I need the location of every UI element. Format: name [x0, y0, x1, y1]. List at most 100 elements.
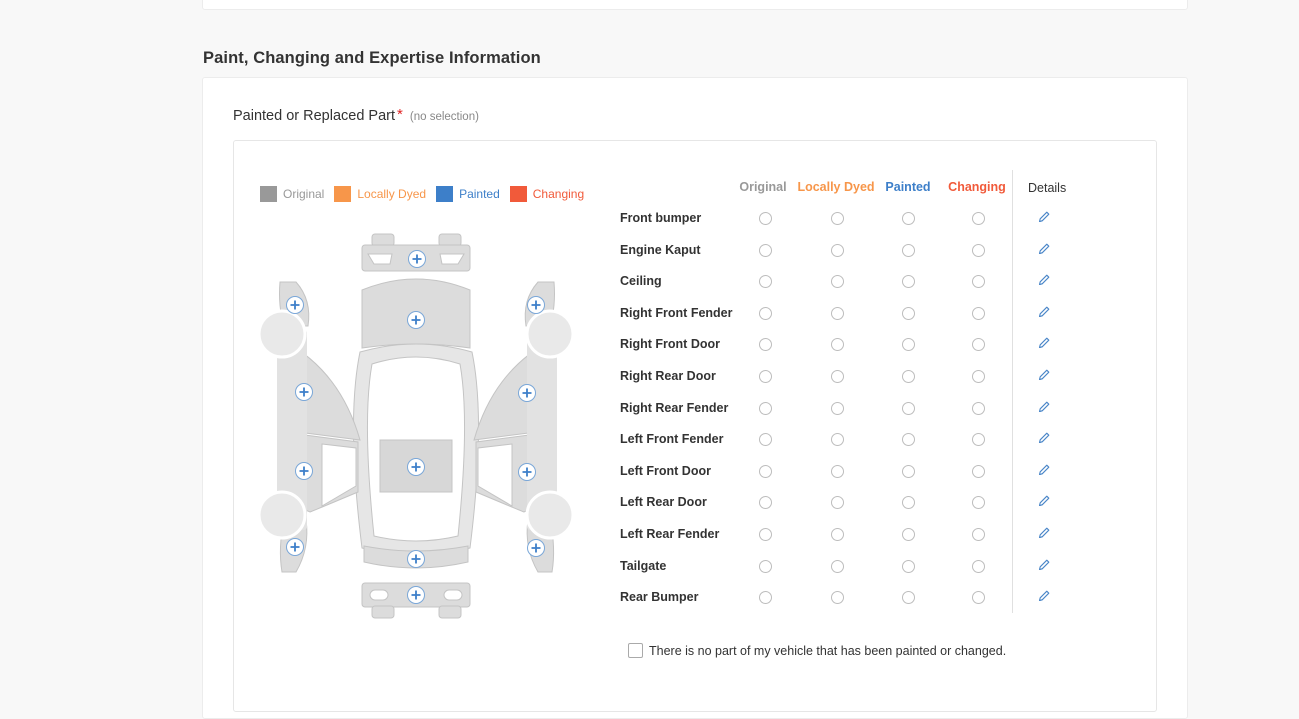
- radio-original[interactable]: [759, 464, 772, 478]
- car-diagram: [257, 233, 575, 619]
- row-label: Left Front Door: [620, 463, 711, 478]
- row-label: Left Rear Door: [620, 495, 707, 510]
- no-part-label: There is no part of my vehicle that has …: [649, 643, 1007, 658]
- radio-painted[interactable]: [902, 243, 915, 257]
- legend-swatch: [334, 186, 352, 202]
- radio-locally-dyed[interactable]: [831, 401, 844, 415]
- column-header-details: Details: [1028, 181, 1067, 195]
- radio-locally-dyed[interactable]: [831, 243, 844, 257]
- radio-painted[interactable]: [902, 306, 915, 320]
- selection-hint: (no selection): [409, 111, 479, 123]
- radio-painted[interactable]: [902, 559, 915, 573]
- radio-changing[interactable]: [972, 306, 985, 320]
- radio-locally-dyed[interactable]: [831, 306, 844, 320]
- plus-circle-icon[interactable]: [294, 461, 314, 481]
- radio-original[interactable]: [759, 401, 772, 415]
- radio-locally-dyed[interactable]: [831, 212, 844, 225]
- pencil-icon[interactable]: [1037, 242, 1051, 256]
- pencil-icon[interactable]: [1037, 273, 1051, 287]
- plus-circle-icon[interactable]: [406, 585, 426, 605]
- plus-circle-icon[interactable]: [406, 549, 426, 569]
- pencil-icon[interactable]: [1037, 368, 1051, 382]
- radio-painted[interactable]: [902, 528, 915, 541]
- column-header-locally-dyed: Locally Dyed: [797, 180, 875, 194]
- pencil-icon[interactable]: [1037, 463, 1051, 477]
- legend-item-painted: Painted: [436, 186, 500, 202]
- legend-label: Painted: [459, 187, 500, 201]
- radio-original[interactable]: [759, 306, 772, 320]
- pencil-icon[interactable]: [1037, 431, 1051, 445]
- row-label: Right Rear Fender: [620, 400, 729, 415]
- section-title: Paint, Changing and Expertise Informatio…: [203, 49, 541, 67]
- radio-locally-dyed[interactable]: [831, 464, 844, 478]
- legend-label: Changing: [532, 187, 585, 201]
- details-divider: [1012, 170, 1013, 613]
- row-label: Rear Bumper: [620, 590, 699, 605]
- pencil-icon[interactable]: [1037, 400, 1051, 414]
- front-bumper-tab-left: [371, 233, 395, 247]
- wheel-left-front: [257, 309, 307, 359]
- radio-changing[interactable]: [972, 528, 985, 541]
- plus-circle-icon[interactable]: [285, 295, 305, 315]
- field-label: Painted or Replaced Part * (no selection): [233, 106, 479, 125]
- no-part-checkbox[interactable]: [628, 643, 643, 658]
- radio-locally-dyed[interactable]: [831, 559, 844, 573]
- rear-bumper-tab-left: [371, 605, 395, 619]
- row-label: Front bumper: [620, 211, 702, 225]
- legend-label: Locally Dyed: [357, 187, 427, 201]
- radio-painted[interactable]: [902, 370, 915, 383]
- no-part-option[interactable]: There is no part of my vehicle that has …: [628, 643, 1006, 658]
- row-label: Right Front Fender: [620, 305, 733, 320]
- plus-circle-icon[interactable]: [406, 310, 426, 330]
- plus-circle-icon[interactable]: [517, 462, 537, 482]
- rear-light-right: [443, 589, 463, 601]
- radio-painted[interactable]: [902, 401, 915, 415]
- pencil-icon[interactable]: [1037, 494, 1051, 508]
- plus-circle-icon[interactable]: [526, 295, 546, 315]
- pencil-icon[interactable]: [1037, 305, 1051, 319]
- legend-item-original: Original: [260, 186, 324, 202]
- pencil-icon[interactable]: [1037, 210, 1051, 224]
- pencil-icon[interactable]: [1037, 589, 1051, 603]
- plus-circle-icon[interactable]: [526, 538, 546, 558]
- radio-original[interactable]: [759, 528, 772, 541]
- radio-painted[interactable]: [902, 212, 915, 225]
- radio-changing[interactable]: [972, 212, 985, 225]
- row-label: Ceiling: [620, 274, 662, 289]
- required-mark: *: [397, 106, 403, 123]
- radio-locally-dyed[interactable]: [831, 528, 844, 541]
- wheel-right-rear: [525, 490, 575, 540]
- row-label: Right Front Door: [620, 337, 720, 352]
- plus-circle-icon[interactable]: [406, 457, 426, 477]
- radio-changing[interactable]: [972, 370, 985, 383]
- plus-circle-icon[interactable]: [294, 382, 314, 402]
- radio-original[interactable]: [759, 212, 772, 225]
- radio-changing[interactable]: [972, 243, 985, 257]
- radio-changing[interactable]: [972, 401, 985, 415]
- plus-circle-icon[interactable]: [407, 249, 427, 269]
- radio-original[interactable]: [759, 370, 772, 383]
- pencil-icon[interactable]: [1037, 558, 1051, 572]
- column-header-original: Original: [739, 180, 787, 194]
- pencil-icon[interactable]: [1037, 526, 1051, 540]
- legend: Original Locally Dyed Painted Changing: [260, 186, 594, 202]
- legend-item-changing: Changing: [509, 186, 585, 202]
- plus-circle-icon[interactable]: [285, 537, 305, 557]
- radio-painted[interactable]: [902, 464, 915, 478]
- rear-light-left: [369, 589, 389, 601]
- wheel-right-front: [525, 309, 575, 359]
- radio-original[interactable]: [759, 243, 772, 257]
- plus-circle-icon[interactable]: [517, 383, 537, 403]
- pencil-icon[interactable]: [1037, 336, 1051, 350]
- row-label: Right Rear Door: [620, 369, 716, 383]
- column-header-changing: Changing: [948, 180, 1006, 194]
- row-label: Engine Kaput: [620, 242, 701, 257]
- legend-swatch: [260, 186, 277, 202]
- row-label: Left Front Fender: [620, 432, 724, 447]
- radio-changing[interactable]: [972, 559, 985, 573]
- front-bumper-tab-right: [438, 233, 462, 247]
- radio-original[interactable]: [759, 559, 772, 573]
- radio-locally-dyed[interactable]: [831, 370, 844, 383]
- wheel-left-rear: [257, 490, 307, 540]
- radio-changing[interactable]: [972, 464, 985, 478]
